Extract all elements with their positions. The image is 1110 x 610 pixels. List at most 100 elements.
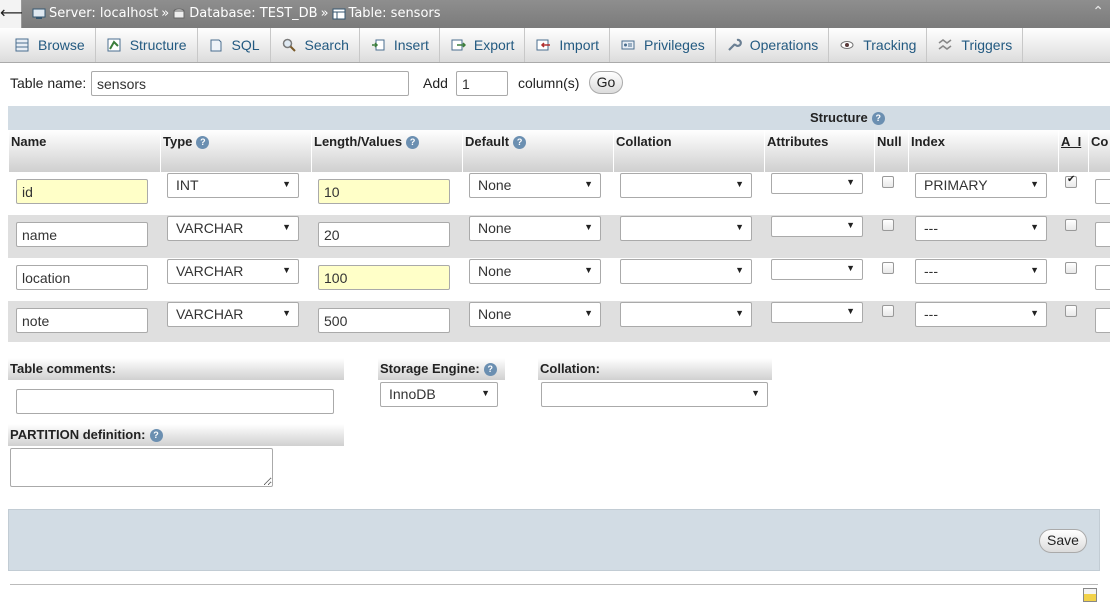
type-select[interactable]: VARCHAR ▼ [167, 259, 299, 284]
attributes-select[interactable]: ▼ [771, 259, 863, 280]
table-name-label: Table name: [10, 75, 87, 91]
select-value: PRIMARY [924, 177, 988, 193]
tab-label: Privileges [644, 37, 705, 53]
index-select[interactable]: --- ▼ [915, 302, 1047, 327]
structure-caption-text: Structure [810, 110, 868, 125]
collation-label: Collation: [540, 361, 600, 376]
comments-input[interactable] [1095, 222, 1110, 247]
null-checkbox[interactable] [882, 262, 894, 274]
header-default: Default? [462, 130, 613, 172]
storage-engine-label: Storage Engine: [380, 361, 480, 376]
default-select[interactable]: None ▼ [469, 173, 601, 198]
auto-increment-checkbox[interactable] [1065, 219, 1077, 231]
header-text: Index [911, 134, 945, 149]
table-name-row: Table name: Add column(s) Go [10, 70, 630, 96]
length-values-input[interactable] [318, 265, 450, 290]
header-length-values: Length/Values? [311, 130, 462, 172]
chevron-down-icon: ▼ [584, 179, 593, 189]
partition-header: PARTITION definition:? [8, 424, 344, 446]
type-select[interactable]: VARCHAR ▼ [167, 216, 299, 241]
tab-browse[interactable]: Browse [4, 28, 96, 62]
column-name-input[interactable] [16, 308, 148, 333]
header-text: Null [877, 134, 902, 149]
partition-textarea[interactable] [10, 448, 273, 487]
divider [10, 584, 1098, 585]
auto-increment-checkbox[interactable] [1065, 262, 1077, 274]
header-type: Type? [160, 130, 311, 172]
default-select[interactable]: None ▼ [469, 216, 601, 241]
collation-select[interactable]: ▼ [541, 382, 768, 407]
collation-header: Collation: [538, 358, 772, 380]
attributes-select[interactable]: ▼ [771, 216, 863, 237]
comments-input[interactable] [1095, 265, 1110, 290]
help-icon[interactable]: ? [513, 136, 527, 150]
index-select[interactable]: PRIMARY ▼ [915, 173, 1047, 198]
help-icon[interactable]: ? [406, 136, 420, 150]
column-name-input[interactable] [16, 265, 148, 290]
back-arrow-icon[interactable]: ⟵ [0, 0, 23, 28]
collation-select[interactable]: ▼ [620, 173, 752, 198]
tab-sql[interactable]: SQL [198, 28, 271, 62]
attributes-select[interactable]: ▼ [771, 302, 863, 323]
auto-increment-checkbox[interactable] [1065, 305, 1077, 317]
type-select[interactable]: INT ▼ [167, 173, 299, 198]
column-name-input[interactable] [16, 179, 148, 204]
chevron-down-icon: ▼ [846, 220, 855, 230]
null-checkbox[interactable] [882, 176, 894, 188]
null-checkbox[interactable] [882, 305, 894, 317]
storage-engine-select[interactable]: InnoDB ▼ [380, 382, 498, 407]
help-icon[interactable]: ? [483, 363, 497, 377]
collation-select[interactable]: ▼ [620, 302, 752, 327]
tab-label: SQL [231, 37, 260, 53]
help-icon[interactable]: ? [196, 136, 210, 150]
length-values-input[interactable] [318, 308, 450, 333]
length-values-input[interactable] [318, 179, 450, 204]
select-value: --- [924, 306, 938, 322]
select-value: None [478, 306, 512, 322]
save-button[interactable]: Save [1039, 529, 1087, 553]
tab-import[interactable]: Import [525, 28, 611, 62]
collapse-icon[interactable]: ⌃ [1092, 4, 1104, 20]
tab-privileges[interactable]: Privileges [610, 28, 716, 62]
null-checkbox[interactable] [882, 219, 894, 231]
help-icon[interactable]: ? [871, 112, 885, 126]
tab-label: Structure [129, 37, 187, 53]
breadcrumb-table[interactable]: Table: sensors [349, 6, 441, 21]
index-select[interactable]: --- ▼ [915, 216, 1047, 241]
tab-structure[interactable]: Structure [96, 28, 198, 62]
attributes-select[interactable]: ▼ [771, 173, 863, 194]
help-icon[interactable]: ? [149, 429, 163, 443]
index-select[interactable]: --- ▼ [915, 259, 1047, 284]
table-name-input[interactable] [91, 71, 409, 96]
tab-triggers[interactable]: Triggers [927, 28, 1024, 62]
tab-search[interactable]: Search [271, 28, 360, 62]
comments-input[interactable] [1095, 308, 1110, 333]
table-comments-input[interactable] [16, 389, 334, 414]
auto-increment-checkbox[interactable] [1065, 174, 1077, 188]
structure-caption: Structure? [8, 106, 1110, 130]
wrench-icon [727, 38, 742, 51]
breadcrumb-separator: » [161, 6, 170, 21]
chevron-down-icon: ▼ [1030, 179, 1039, 189]
default-select[interactable]: None ▼ [469, 259, 601, 284]
add-columns-count-input[interactable] [456, 71, 508, 96]
tab-export[interactable]: Export [440, 28, 526, 62]
default-select[interactable]: None ▼ [469, 302, 601, 327]
tab-operations[interactable]: Operations [716, 28, 830, 62]
breadcrumb-database[interactable]: Database: TEST_DB [189, 6, 317, 21]
breadcrumb-server[interactable]: Server: localhost [49, 6, 158, 21]
collation-select[interactable]: ▼ [620, 259, 752, 284]
table-comments-label: Table comments: [10, 361, 116, 376]
tab-insert[interactable]: Insert [360, 28, 440, 62]
length-values-input[interactable] [318, 222, 450, 247]
go-button[interactable]: Go [589, 71, 623, 94]
comments-input[interactable] [1095, 179, 1110, 204]
columns-label: column(s) [518, 75, 580, 91]
column-name-input[interactable] [16, 222, 148, 247]
tab-tracking[interactable]: Tracking [829, 28, 928, 62]
header-text: Collation [616, 134, 672, 149]
console-icon[interactable] [1083, 588, 1097, 602]
header-text: Attributes [767, 134, 829, 149]
collation-select[interactable]: ▼ [620, 216, 752, 241]
type-select[interactable]: VARCHAR ▼ [167, 302, 299, 327]
